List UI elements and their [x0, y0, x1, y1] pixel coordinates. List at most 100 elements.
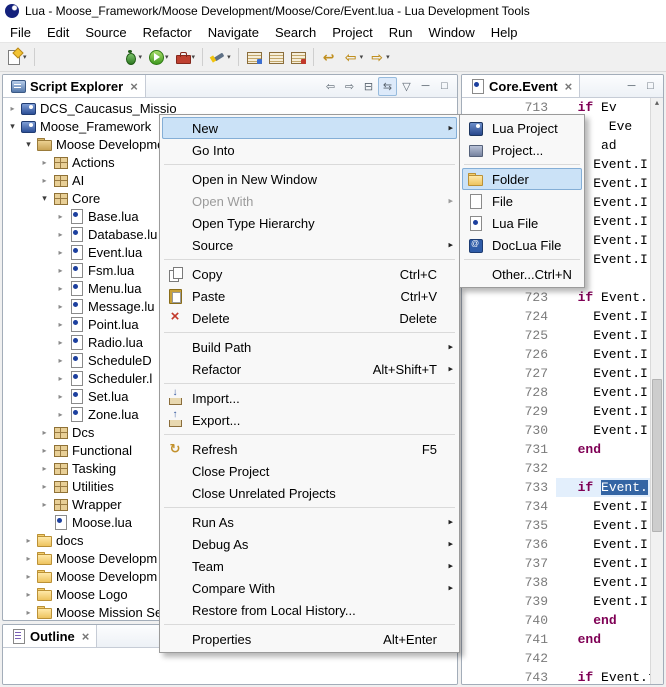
- expander-icon[interactable]: ▸: [53, 356, 68, 365]
- dropdown-arrow-icon[interactable]: ▾: [165, 53, 169, 61]
- context-menuitem-team[interactable]: Team▸: [162, 555, 457, 577]
- dropdown-arrow-icon[interactable]: ▾: [386, 53, 390, 61]
- new-submenu-item-lua-file[interactable]: Lua File: [462, 212, 582, 234]
- new-wizard-button[interactable]: ▾: [3, 45, 30, 69]
- scrollbar-thumb[interactable]: [652, 379, 662, 531]
- expander-icon[interactable]: ▸: [53, 338, 68, 347]
- expander-icon[interactable]: ▸: [37, 500, 52, 509]
- view-menu-button[interactable]: ▽: [397, 77, 416, 96]
- expander-icon[interactable]: ▾: [21, 139, 36, 150]
- code-text[interactable]: Event.I: [556, 497, 650, 516]
- back-button[interactable]: ⇦: [321, 77, 340, 96]
- close-icon[interactable]: ×: [130, 80, 138, 93]
- open-task-button[interactable]: [243, 45, 265, 69]
- expander-icon[interactable]: ▸: [37, 482, 52, 491]
- dropdown-arrow-icon[interactable]: ▾: [227, 53, 231, 61]
- expander-icon[interactable]: ▸: [21, 554, 36, 563]
- menubar-window[interactable]: Window: [421, 23, 483, 42]
- new-submenu-item-folder[interactable]: Folder: [462, 168, 582, 190]
- menubar-file[interactable]: File: [2, 23, 39, 42]
- code-text[interactable]: Event.I: [556, 592, 650, 611]
- code-text[interactable]: Event.I: [556, 516, 650, 535]
- code-text[interactable]: Event.I: [556, 345, 650, 364]
- forward-button[interactable]: ⇨▾: [366, 45, 393, 69]
- context-menuitem-debug-as[interactable]: Debug As▸: [162, 533, 457, 555]
- context-menuitem-compare-with[interactable]: Compare With▸: [162, 577, 457, 599]
- code-text[interactable]: Event.I: [556, 573, 650, 592]
- expander-icon[interactable]: ▸: [37, 428, 52, 437]
- code-text[interactable]: Event.I: [556, 535, 650, 554]
- context-menuitem-open-in-new-window[interactable]: Open in New Window: [162, 168, 457, 190]
- context-menuitem-close-unrelated-projects[interactable]: Close Unrelated Projects: [162, 482, 457, 504]
- expander-icon[interactable]: ▾: [37, 193, 52, 204]
- expander-icon[interactable]: ▸: [53, 248, 68, 257]
- expander-icon[interactable]: ▸: [37, 464, 52, 473]
- code-text[interactable]: Event.I: [556, 421, 650, 440]
- menubar-help[interactable]: Help: [483, 23, 526, 42]
- expander-icon[interactable]: ▸: [21, 572, 36, 581]
- expander-icon[interactable]: ▸: [53, 320, 68, 329]
- code-text[interactable]: [556, 649, 650, 668]
- context-menuitem-import[interactable]: Import...: [162, 387, 457, 409]
- code-text[interactable]: end: [556, 611, 650, 630]
- expander-icon[interactable]: ▸: [37, 176, 52, 185]
- back-button[interactable]: ⇦▾: [340, 45, 367, 69]
- expander-icon[interactable]: ▸: [53, 284, 68, 293]
- expander-icon[interactable]: ▸: [53, 374, 68, 383]
- new-submenu-item-file[interactable]: File: [462, 190, 582, 212]
- code-text[interactable]: end: [556, 630, 650, 649]
- new-submenu-item-lua-project[interactable]: Lua Project: [462, 117, 582, 139]
- last-edit-location-button[interactable]: ↩: [318, 45, 340, 69]
- context-menuitem-refactor[interactable]: RefactorAlt+Shift+T▸: [162, 358, 457, 380]
- menubar-search[interactable]: Search: [267, 23, 324, 42]
- tab-core-event[interactable]: Core.Event ×: [462, 75, 580, 97]
- code-text[interactable]: if Event.: [556, 288, 650, 307]
- dropdown-arrow-icon[interactable]: ▾: [192, 53, 196, 61]
- context-menuitem-refresh[interactable]: RefreshF5: [162, 438, 457, 460]
- task-list-button[interactable]: [265, 45, 287, 69]
- code-text[interactable]: Event.I: [556, 326, 650, 345]
- maximize-button[interactable]: □: [641, 77, 660, 96]
- expander-icon[interactable]: ▸: [53, 230, 68, 239]
- context-menuitem-new[interactable]: New▸: [162, 117, 457, 139]
- menubar-edit[interactable]: Edit: [39, 23, 77, 42]
- menubar-run[interactable]: Run: [381, 23, 421, 42]
- expander-icon[interactable]: ▸: [21, 536, 36, 545]
- tab-outline[interactable]: Outline ×: [3, 625, 97, 647]
- expander-icon[interactable]: ▸: [53, 410, 68, 419]
- expander-icon[interactable]: ▸: [53, 302, 68, 311]
- close-icon[interactable]: ×: [82, 630, 90, 643]
- expander-icon[interactable]: ▸: [21, 608, 36, 617]
- code-text[interactable]: if Event.ta: [556, 668, 650, 684]
- minimize-button[interactable]: ─: [416, 77, 435, 96]
- context-menuitem-open-with[interactable]: Open With▸: [162, 190, 457, 212]
- dropdown-arrow-icon[interactable]: ▾: [360, 53, 364, 61]
- dropdown-arrow-icon[interactable]: ▾: [139, 53, 143, 61]
- context-menuitem-paste[interactable]: PasteCtrl+V: [162, 285, 457, 307]
- link-with-editor-button[interactable]: ⇆: [378, 77, 397, 96]
- expander-icon[interactable]: ▸: [53, 212, 68, 221]
- code-text[interactable]: if Event.: [556, 478, 650, 497]
- code-text[interactable]: [556, 459, 650, 478]
- context-menuitem-copy[interactable]: CopyCtrl+C: [162, 263, 457, 285]
- editor-vertical-scrollbar[interactable]: ▲: [650, 98, 663, 684]
- maximize-button[interactable]: □: [435, 77, 454, 96]
- context-menuitem-restore-from-local-history[interactable]: Restore from Local History...: [162, 599, 457, 621]
- collapse-all-button[interactable]: ⊟: [359, 77, 378, 96]
- new-submenu-item-other[interactable]: Other...Ctrl+N: [462, 263, 582, 285]
- context-menuitem-go-into[interactable]: Go Into: [162, 139, 457, 161]
- context-menuitem-close-project[interactable]: Close Project: [162, 460, 457, 482]
- code-text[interactable]: Event.I: [556, 307, 650, 326]
- expander-icon[interactable]: ▸: [21, 590, 36, 599]
- close-icon[interactable]: ×: [565, 80, 573, 93]
- code-text[interactable]: Event.I: [556, 402, 650, 421]
- new-submenu-item-project[interactable]: Project...: [462, 139, 582, 161]
- context-menuitem-properties[interactable]: PropertiesAlt+Enter: [162, 628, 457, 650]
- debug-button[interactable]: ▾: [119, 45, 146, 69]
- expander-icon[interactable]: ▸: [53, 266, 68, 275]
- context-menuitem-export[interactable]: Export...: [162, 409, 457, 431]
- context-menuitem-delete[interactable]: DeleteDelete: [162, 307, 457, 329]
- context-menuitem-source[interactable]: Source▸: [162, 234, 457, 256]
- new-submenu-item-doclua-file[interactable]: DocLua File: [462, 234, 582, 256]
- scroll-up-icon[interactable]: ▲: [651, 98, 663, 111]
